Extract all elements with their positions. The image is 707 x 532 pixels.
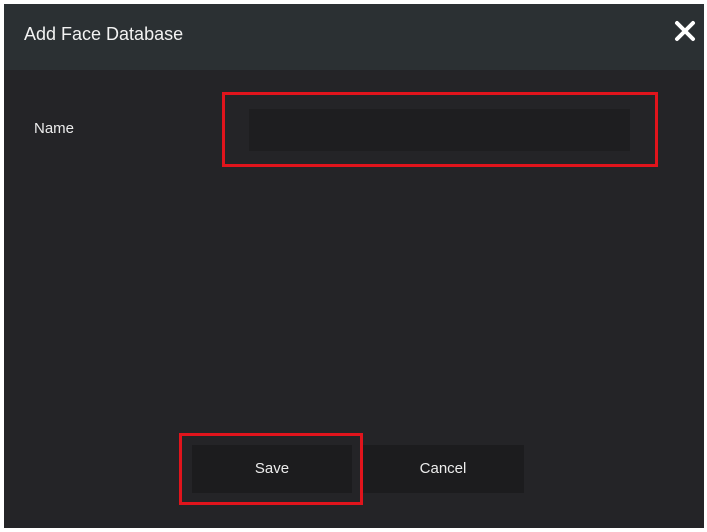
cancel-button[interactable]: Cancel [362, 445, 524, 493]
dialog-title-bar: Add Face Database [4, 4, 704, 70]
add-face-database-dialog: Add Face Database Name Save Cancel [4, 4, 704, 528]
close-icon[interactable] [672, 18, 698, 44]
name-label: Name [34, 120, 75, 137]
dialog-title: Add Face Database [24, 24, 184, 44]
save-button-highlight [179, 433, 363, 505]
name-field-highlight [222, 92, 658, 167]
